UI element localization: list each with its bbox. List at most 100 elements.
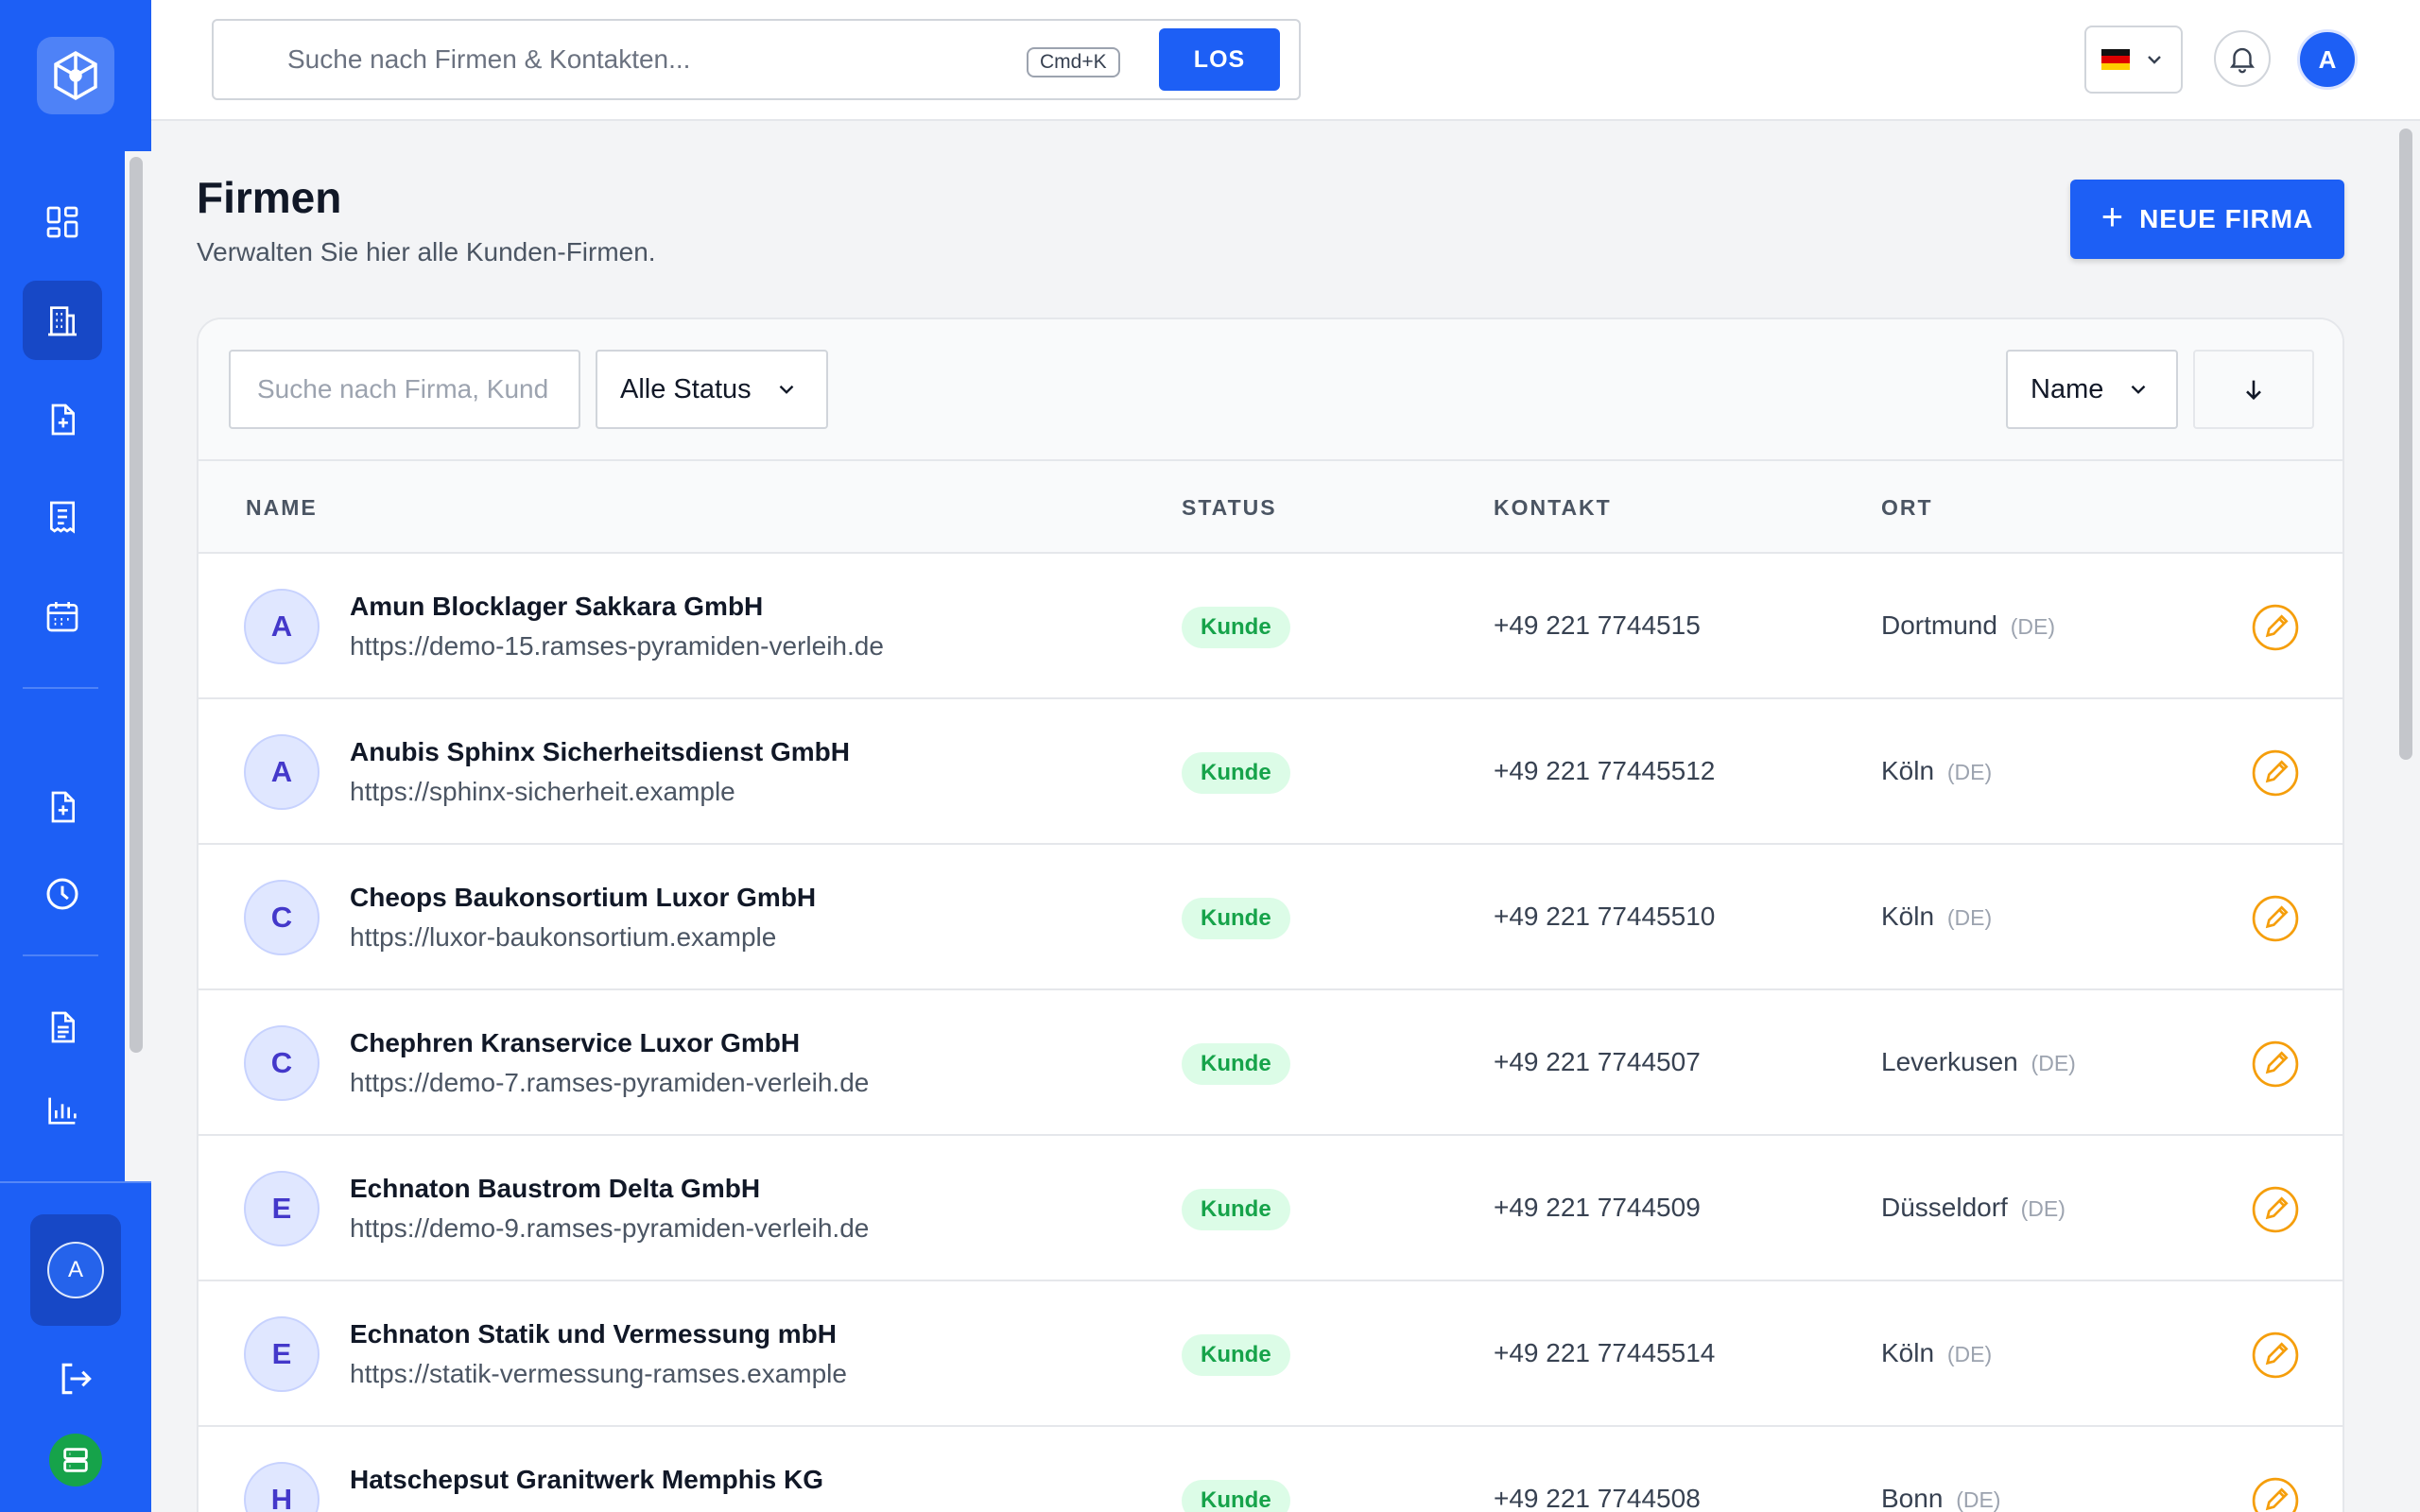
file-plus-icon (51, 791, 75, 823)
page-scrollbar[interactable] (2399, 129, 2412, 760)
city-name: Leverkusen (1881, 1047, 2018, 1076)
bell-icon (2229, 47, 2256, 74)
company-name[interactable]: Chephren Kranservice Luxor GmbH (350, 1028, 800, 1058)
company-name[interactable]: Anubis Sphinx Sicherheitsdienst GmbH (350, 737, 850, 767)
edit-button[interactable] (2252, 1186, 2299, 1233)
table-row[interactable]: C Cheops Baukonsortium Luxor GmbH https:… (199, 845, 2342, 990)
nav-calendar[interactable] (23, 576, 102, 656)
global-search-input[interactable] (287, 38, 949, 81)
server-status[interactable] (49, 1434, 102, 1486)
city-name: Düsseldorf (1881, 1193, 2008, 1222)
new-company-label: NEUE FIRMA (2139, 204, 2314, 233)
new-company-button[interactable]: + NEUE FIRMA (2070, 180, 2344, 259)
company-name[interactable]: Cheops Baukonsortium Luxor GmbH (350, 883, 816, 913)
page-scrollbar-track (2394, 123, 2420, 1512)
company-name[interactable]: Hatschepsut Granitwerk Memphis KG (350, 1465, 823, 1495)
plus-icon: + (2100, 197, 2125, 238)
clock-icon (46, 878, 78, 910)
search-submit-button[interactable]: LOS (1159, 28, 1280, 91)
status-badge: Kunde (1182, 752, 1290, 794)
nav-separator (23, 687, 98, 689)
chart-icon (48, 1097, 77, 1125)
receipt-icon (50, 501, 75, 534)
country-code: (DE) (2010, 614, 2055, 639)
column-header-contact[interactable]: KONTAKT (1494, 495, 1612, 521)
company-initial-avatar: A (244, 589, 320, 664)
edit-button[interactable] (2252, 749, 2299, 797)
company-url[interactable]: https://sphinx-sicherheit.example (350, 777, 735, 807)
company-phone: +49 221 77445512 (1494, 756, 1716, 785)
company-location: Düsseldorf (DE) (1881, 1193, 2066, 1223)
company-location: Bonn (DE) (1881, 1484, 2000, 1512)
nav-time-tracking[interactable] (23, 854, 102, 934)
building-icon (48, 306, 77, 336)
edit-button[interactable] (2252, 604, 2299, 651)
table-row[interactable]: E Echnaton Baustrom Delta GmbH https://d… (199, 1136, 2342, 1281)
country-code: (DE) (2020, 1196, 2066, 1221)
notifications-button[interactable] (2214, 30, 2271, 87)
language-select[interactable] (2084, 26, 2183, 94)
nav-dashboard[interactable] (23, 182, 102, 262)
status-badge: Kunde (1182, 1334, 1290, 1376)
company-url[interactable]: https://statik-vermessung-ramses.example (350, 1359, 847, 1389)
hexagon-logo-icon (54, 50, 97, 101)
table-row[interactable]: A Anubis Sphinx Sicherheitsdienst GmbH h… (199, 699, 2342, 845)
nav-separator (23, 954, 98, 956)
company-name[interactable]: Echnaton Statik und Vermessung mbH (350, 1319, 837, 1349)
companies-card: Alle Status Name NAME STATUS KONTAKT ORT… (197, 318, 2344, 1512)
logout-button[interactable] (55, 1358, 96, 1400)
pencil-icon (2252, 604, 2299, 651)
column-header-name[interactable]: NAME (246, 495, 318, 521)
user-avatar-button[interactable]: A (2297, 29, 2358, 90)
nav-companies[interactable] (23, 281, 102, 360)
company-initial-avatar: C (244, 1025, 320, 1101)
edit-button[interactable] (2252, 1040, 2299, 1088)
company-url[interactable]: https://luxor-baukonsortium.example (350, 922, 776, 953)
nav-documents[interactable] (23, 988, 102, 1067)
user-avatar: A (47, 1242, 104, 1298)
status-badge: Kunde (1182, 898, 1290, 939)
global-search: Cmd+K LOS (212, 19, 1301, 100)
status-filter-select[interactable]: Alle Status (596, 350, 828, 429)
company-url[interactable]: https://demo-15.ramses-pyramiden-verleih… (350, 631, 884, 662)
table-body: A Amun Blocklager Sakkara GmbH https://d… (199, 554, 2342, 1512)
user-menu[interactable]: A (30, 1214, 121, 1326)
company-url[interactable]: https://demo-9.ramses-pyramiden-verleih.… (350, 1213, 869, 1244)
table-row[interactable]: E Echnaton Statik und Vermessung mbH htt… (199, 1281, 2342, 1427)
status-badge: Kunde (1182, 1189, 1290, 1230)
company-initial-avatar: E (244, 1171, 320, 1246)
column-header-status[interactable]: STATUS (1182, 495, 1277, 521)
sort-field-select[interactable]: Name (2006, 350, 2178, 429)
chevron-down-icon (2148, 56, 2161, 64)
column-header-location[interactable]: ORT (1881, 495, 1933, 521)
edit-button[interactable] (2252, 895, 2299, 942)
company-name[interactable]: Echnaton Baustrom Delta GmbH (350, 1174, 760, 1204)
edit-button[interactable] (2252, 1332, 2299, 1379)
sidebar-scrollbar[interactable] (130, 157, 143, 1053)
chevron-down-icon (779, 385, 793, 394)
table-header: NAME STATUS KONTAKT ORT (199, 461, 2342, 554)
nav-invoices[interactable] (23, 477, 102, 557)
company-search-input[interactable] (229, 350, 580, 429)
nav-new-document[interactable] (23, 767, 102, 847)
edit-button[interactable] (2252, 1477, 2299, 1512)
pencil-icon (2252, 749, 2299, 797)
company-url[interactable]: https://demo-7.ramses-pyramiden-verleih.… (350, 1068, 869, 1098)
table-row[interactable]: C Chephren Kranservice Luxor GmbH https:… (199, 990, 2342, 1136)
server-icon (63, 1448, 88, 1472)
chevron-down-icon (2132, 385, 2146, 394)
company-initial-avatar: A (244, 734, 320, 810)
nav-new-offer[interactable] (23, 380, 102, 459)
table-row[interactable]: A Amun Blocklager Sakkara GmbH https://d… (199, 554, 2342, 699)
app-logo[interactable] (37, 37, 114, 114)
country-code: (DE) (1956, 1487, 2001, 1512)
company-name[interactable]: Amun Blocklager Sakkara GmbH (350, 592, 763, 622)
company-phone: +49 221 77445514 (1494, 1338, 1716, 1367)
document-icon (51, 1011, 75, 1043)
pencil-icon (2252, 1040, 2299, 1088)
country-code: (DE) (1946, 1342, 1993, 1366)
company-phone: +49 221 7744507 (1494, 1047, 1701, 1076)
table-row[interactable]: H Hatschepsut Granitwerk Memphis KG Kund… (199, 1427, 2342, 1512)
nav-reports[interactable] (23, 1071, 102, 1150)
sort-direction-button[interactable] (2193, 350, 2314, 429)
